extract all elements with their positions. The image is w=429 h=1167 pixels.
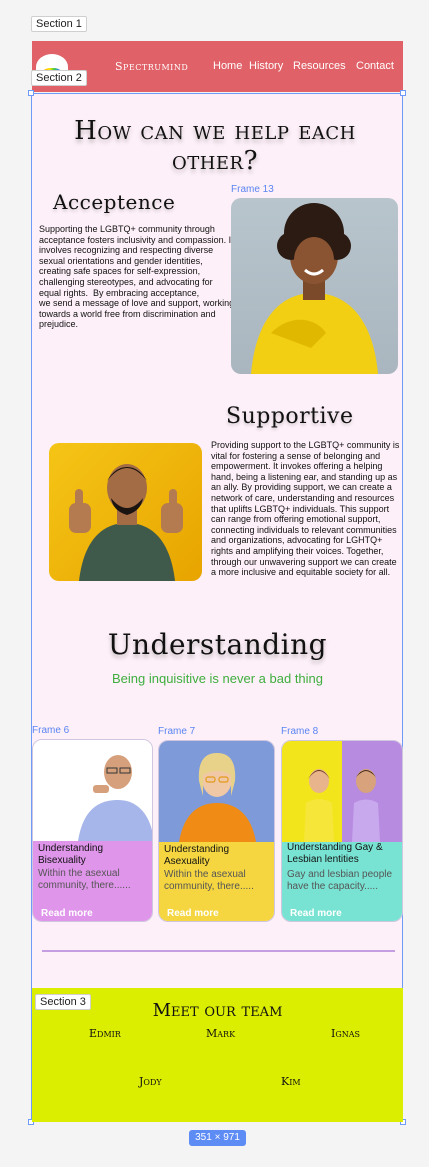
frame-6-label: Frame 6 (32, 725, 70, 736)
understanding-title: Understanding (107, 628, 328, 661)
team-member-name: Edmir (89, 1027, 121, 1040)
team-member-name: Kim (281, 1075, 301, 1088)
resize-handle[interactable] (400, 90, 406, 96)
team-member-name: Jody (139, 1075, 162, 1088)
photo-woman-yellow-sweater (231, 198, 398, 374)
card-body: Understanding Gay & Lesbian lentities Ga… (282, 842, 402, 921)
section-2-label: Section 2 (31, 70, 87, 86)
understanding-subtitle: Being inquisitive is never a bad thing (111, 671, 324, 686)
read-more-link[interactable]: Read more (41, 908, 93, 919)
nav-home[interactable]: Home (213, 60, 242, 72)
read-more-link[interactable]: Read more (290, 908, 342, 919)
card-asexuality[interactable]: Understanding Asexuality Within the asex… (158, 740, 275, 922)
supportive-title: Supportive (226, 404, 354, 429)
frame-size-badge: 351 × 971 (189, 1130, 246, 1146)
nav-history[interactable]: History (249, 60, 283, 72)
read-more-link[interactable]: Read more (167, 908, 219, 919)
nav-resources[interactable]: Resources (293, 60, 346, 72)
card-description: Within the asexual community, there.....… (38, 868, 131, 891)
nav-contact[interactable]: Contact (356, 60, 394, 72)
card-title: Understanding Gay & Lesbian lentities (287, 842, 383, 865)
card-gay-lesbian[interactable]: Understanding Gay & Lesbian lentities Ga… (281, 740, 403, 922)
card-image-man-thinking (33, 740, 152, 841)
section-1-label: Section 1 (31, 16, 87, 32)
acceptance-text: Supporting the LGBTQ+ community through … (39, 224, 235, 330)
brand-name[interactable]: Spectrumind (115, 60, 188, 73)
page-headline: How can we help each other? (74, 116, 356, 176)
frame-7-label: Frame 7 (158, 726, 196, 737)
card-title: Understanding Asexuality (164, 844, 230, 867)
card-description: Gay and lesbian people have the capacity… (287, 869, 393, 892)
photo-man-thumbs-up (49, 443, 202, 581)
frame-8-label: Frame 8 (281, 726, 319, 737)
card-image-two-people (282, 741, 402, 842)
card-image-woman-glasses (159, 741, 274, 842)
acceptance-title: Acceptence (53, 190, 176, 214)
card-bisexuality[interactable]: Understanding Bisexuality Within the ase… (32, 739, 153, 922)
team-member-name: Ignas (331, 1027, 360, 1040)
divider (42, 950, 395, 952)
team-member-name: Mark (206, 1027, 236, 1040)
card-body: Understanding Bisexuality Within the ase… (33, 841, 152, 921)
card-title: Understanding Bisexuality (38, 843, 104, 866)
resize-handle[interactable] (28, 90, 34, 96)
card-description: Within the asexual community, there..... (164, 869, 254, 892)
team-title: Meet our team (152, 1000, 283, 1021)
card-body: Understanding Asexuality Within the asex… (159, 842, 274, 921)
frame-13-label: Frame 13 (231, 184, 274, 195)
supportive-text: Providing support to the LGBTQ+ communit… (211, 440, 402, 578)
